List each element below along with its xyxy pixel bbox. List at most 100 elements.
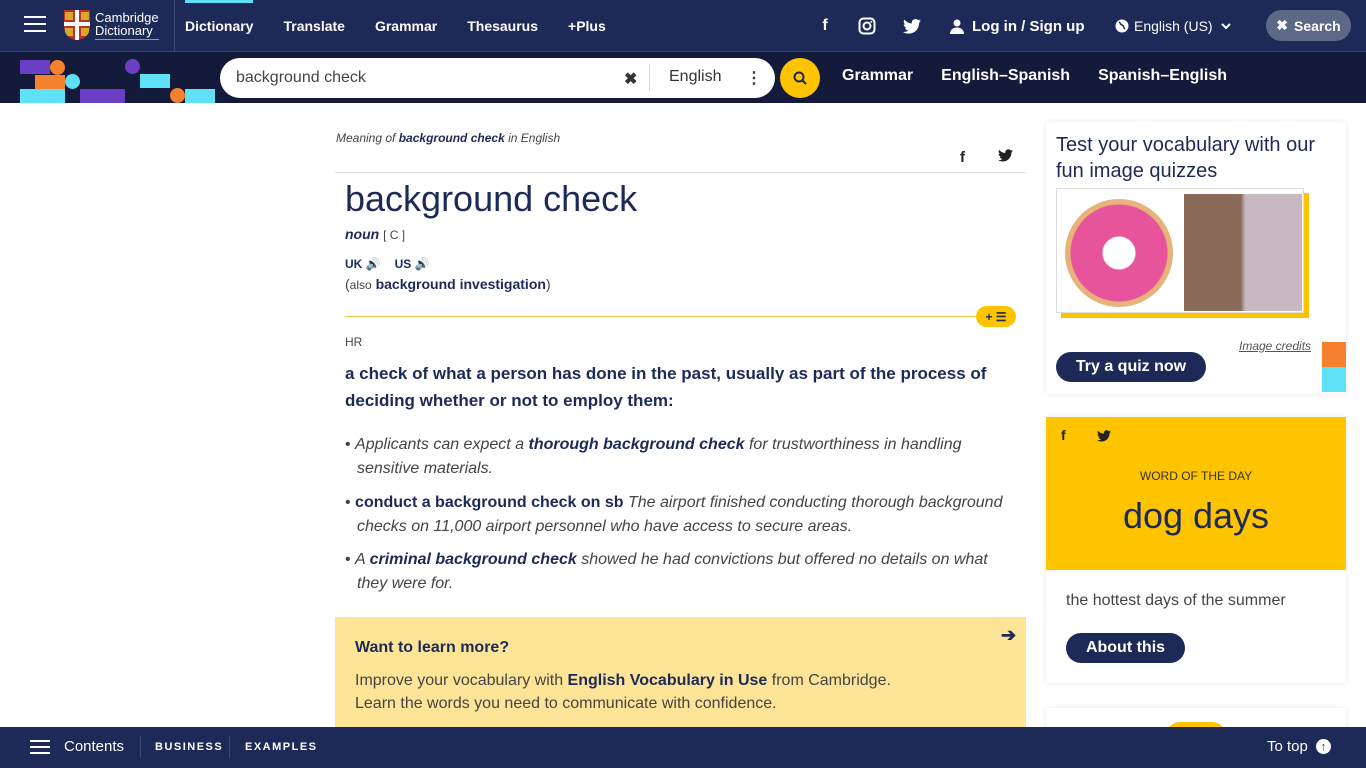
search-box: ✖ English ⋮ (220, 58, 775, 98)
facebook-icon[interactable]: f (1061, 427, 1097, 443)
contents-menu-icon[interactable] (30, 740, 50, 758)
clear-search-icon[interactable]: ✖ (624, 69, 637, 89)
meaning-word: background check (398, 131, 505, 145)
wotd-definition: the hottest days of the summer (1066, 592, 1286, 609)
pron-us[interactable]: US 🔊 (395, 257, 430, 271)
milkshake-image (1184, 194, 1302, 311)
sense-divider (345, 316, 985, 317)
chevron-down-icon (1220, 22, 1231, 29)
subnav-grammar[interactable]: Grammar (842, 67, 913, 85)
nav-dictionary[interactable]: Dictionary (185, 0, 254, 34)
sub-nav: Grammar English–Spanish Spanish–English (842, 67, 1255, 85)
globe-icon (1115, 19, 1129, 33)
word-of-the-day-card: f WORD OF THE DAY dog days the hottest d… (1046, 417, 1346, 683)
logo-line2: Dictionary (95, 24, 159, 40)
top-header: Cambridge Dictionary Dictionary Translat… (0, 0, 1366, 52)
close-icon: ✖ (1276, 17, 1289, 33)
example-phrase: conduct a background check on sb (355, 494, 624, 511)
learn-more-line1-post: from Cambridge. (771, 672, 891, 689)
part-of-speech: noun [ C ] (345, 226, 405, 242)
wotd-label: WORD OF THE DAY (1139, 469, 1253, 483)
instagram-icon[interactable] (858, 17, 876, 35)
quiz-card: Test your vocabulary with our fun image … (1046, 122, 1346, 394)
also-word[interactable]: background investigation (376, 276, 546, 292)
nav-translate[interactable]: Translate (283, 18, 344, 34)
pron-uk-label: UK (345, 257, 363, 271)
learn-more-book: English Vocabulary in Use (567, 672, 768, 689)
domain-label: HR (345, 335, 363, 349)
language-selector[interactable]: English (US) (1115, 18, 1231, 34)
try-quiz-button[interactable]: Try a quiz now (1056, 352, 1206, 382)
meaning-prefix: Meaning of (336, 131, 396, 145)
to-top-button[interactable]: To top ↑ (1267, 738, 1331, 755)
arrow-right-icon[interactable]: ➔ (1001, 625, 1016, 646)
grammar-code: [ C ] (383, 228, 406, 242)
example-text: Applicants can expect a (355, 436, 525, 453)
bottom-link-business[interactable]: BUSINESS (155, 741, 223, 753)
also-label: also (349, 278, 372, 292)
login-link[interactable]: Log in / Sign up (950, 18, 1084, 35)
meaning-suffix: in English (508, 131, 561, 145)
facebook-share-icon[interactable]: f (960, 149, 998, 166)
cambridge-logo[interactable]: Cambridge Dictionary (64, 10, 159, 40)
more-options-icon[interactable]: ⋮ (746, 68, 762, 88)
learn-more-title: Want to learn more? (355, 639, 510, 656)
quiz-title: Test your vocabulary with our fun image … (1056, 134, 1316, 182)
wotd-header: f WORD OF THE DAY dog days (1046, 417, 1346, 570)
twitter-icon[interactable] (1097, 430, 1111, 442)
bottom-divider (140, 736, 141, 758)
example-item: • A criminal background check showed he … (345, 551, 988, 592)
wotd-word[interactable]: dog days (1046, 495, 1346, 537)
subnav-english-spanish[interactable]: English–Spanish (941, 67, 1070, 85)
pron-us-label: US (394, 257, 412, 271)
nav-grammar[interactable]: Grammar (375, 18, 437, 34)
nav-plus[interactable]: +Plus (568, 18, 606, 34)
donut-image (1065, 199, 1173, 307)
search-icon (793, 71, 807, 85)
headword: background check (345, 178, 638, 219)
wotd-share: f (1061, 427, 1111, 443)
nav-thesaurus[interactable]: Thesaurus (467, 18, 538, 34)
example-item: • conduct a background check on sb The a… (345, 494, 1003, 535)
twitter-icon[interactable] (903, 18, 921, 34)
search-toggle-button[interactable]: ✖ Search (1266, 10, 1351, 41)
twitter-share-icon[interactable] (998, 149, 1013, 162)
speaker-icon: 🔊 (365, 257, 381, 271)
facebook-icon[interactable]: f (815, 17, 835, 35)
cambridge-shield-icon (64, 10, 90, 40)
to-top-label: To top (1267, 738, 1308, 755)
contents-link[interactable]: Contents (64, 738, 124, 755)
language-label: English (US) (1134, 18, 1213, 34)
learn-more-line1-pre: Improve your vocabulary with (355, 672, 564, 689)
example-highlight: thorough background check (528, 436, 745, 453)
bottom-divider (229, 736, 230, 758)
bottom-link-examples[interactable]: EXAMPLES (245, 741, 318, 753)
speaker-icon: 🔊 (414, 257, 430, 271)
search-divider (649, 64, 650, 92)
learn-more-box[interactable]: Want to learn more? ➔ Improve your vocab… (335, 617, 1026, 732)
image-credits-link[interactable]: Image credits (1239, 339, 1311, 353)
pron-uk[interactable]: UK 🔊 (345, 257, 381, 271)
entry-divider (335, 172, 1026, 173)
definition: a check of what a person has done in the… (345, 364, 987, 410)
search-input[interactable] (236, 69, 616, 87)
subnav-spanish-english[interactable]: Spanish–English (1098, 67, 1227, 85)
quiz-image[interactable] (1056, 188, 1304, 313)
menu-hamburger-icon[interactable] (24, 16, 46, 34)
search-button[interactable] (780, 58, 820, 98)
dictionary-select[interactable]: English (669, 68, 721, 86)
add-to-wordlist-button[interactable]: + ☰ (976, 306, 1016, 327)
header-divider (174, 0, 175, 52)
learn-more-text: Improve your vocabulary with English Voc… (355, 669, 891, 715)
pos-label: noun (345, 226, 380, 242)
bottom-bar: Contents BUSINESS EXAMPLES To top ↑ (0, 727, 1366, 768)
example-highlight: criminal background check (369, 551, 577, 568)
about-this-button[interactable]: About this (1066, 633, 1185, 663)
pronunciations: UK 🔊 US 🔊 (345, 257, 444, 271)
meaning-breadcrumb: Meaning of background check in English (336, 131, 560, 145)
arrow-up-circle-icon: ↑ (1315, 739, 1331, 754)
entry-share: f (960, 149, 1013, 166)
header-social: f (815, 0, 835, 52)
logo-line1: Cambridge (95, 9, 159, 25)
learn-more-line2: Learn the words you need to communicate … (355, 695, 777, 712)
